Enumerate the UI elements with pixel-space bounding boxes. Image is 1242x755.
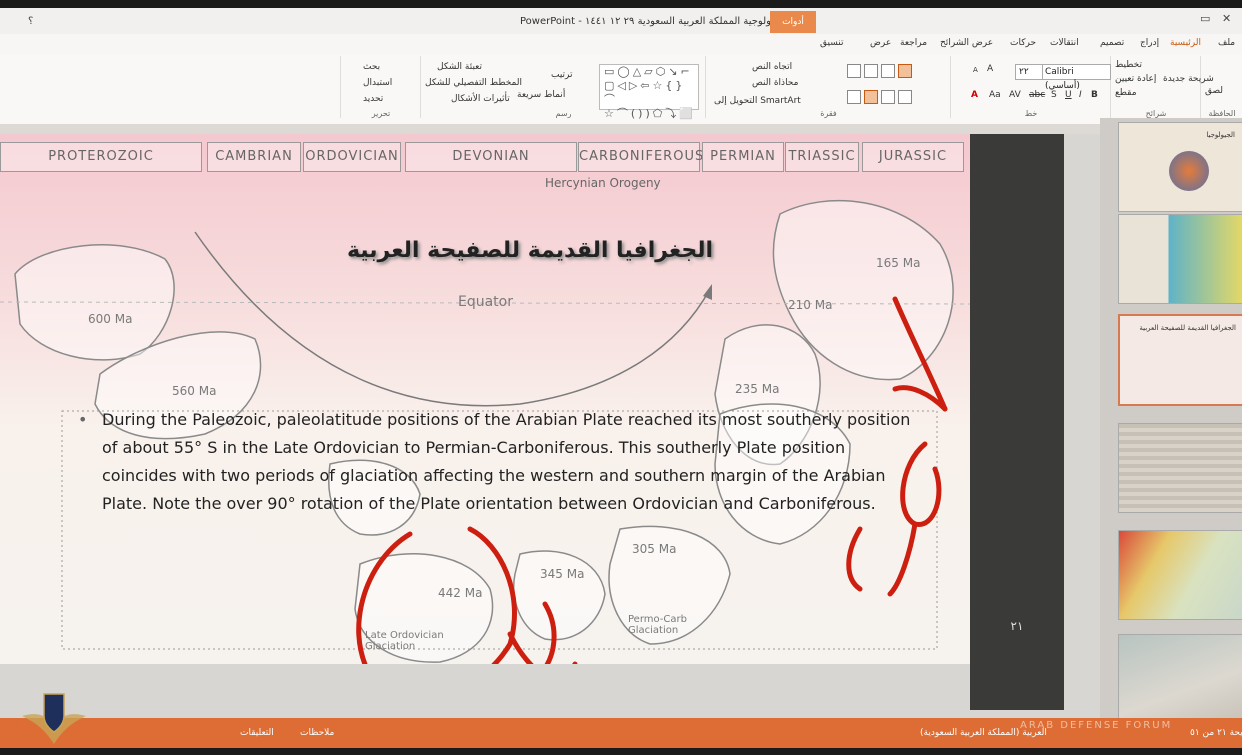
editing-group: بحث استبدال تحديد تحرير (340, 56, 421, 118)
change-case-button[interactable]: Aa (989, 90, 1001, 100)
tab-insert[interactable]: إدراج (1140, 38, 1159, 48)
slide-thumbnail[interactable] (1118, 423, 1242, 513)
font-color-icon[interactable]: A (971, 90, 978, 100)
tab-transitions[interactable]: انتقالات (1050, 38, 1079, 48)
forum-logo-icon (22, 693, 86, 744)
select-button[interactable]: تحديد (363, 94, 383, 104)
font-size-box[interactable]: ٢٢ (1015, 64, 1043, 80)
shadow-button[interactable]: S (1051, 90, 1057, 100)
workspace-top (0, 124, 1242, 134)
align-text-button[interactable]: محاذاة النص (752, 78, 798, 88)
page-number: ٢١ (1010, 619, 1024, 633)
slides-group: شريحة جديدة تخطيط إعادة تعيين مقطع شرائح (1110, 56, 1214, 118)
ribbon-tabs: ملف الرئيسية إدراج تصميم انتقالات حركات … (0, 34, 1242, 54)
slide-thumbnail[interactable] (1118, 214, 1242, 304)
shape-outline-button[interactable]: المخطط التفصيلي للشكل (425, 78, 522, 88)
notes-side-pane: ٢١ (970, 134, 1064, 710)
drawing-group: ▭◯△▱⬡↘⌐ ▢◁▷⇦☆{}⌒ ☆⌒())⬠⤵⬜ ترتيب أنماط سريع… (420, 56, 706, 120)
section-button[interactable]: مقطع (1115, 88, 1137, 98)
shrink-font-button[interactable]: A (973, 66, 978, 74)
globe-icon (1169, 151, 1209, 191)
font-name-box[interactable]: Calibri (أساسي) (1041, 64, 1111, 91)
tab-view[interactable]: عرض (870, 38, 891, 48)
layout-button[interactable]: تخطيط (1115, 60, 1142, 70)
paragraph-group: اتجاه النص محاذاة النص التحويل إلى Smart… (705, 56, 951, 118)
forum-watermark: ARAB DEFENSE FORUM (1020, 720, 1173, 731)
char-spacing-button[interactable]: AV (1009, 90, 1021, 100)
powerpoint-window: ؟ PowerPoint - جيولوجية المملكة العربية … (0, 8, 1242, 748)
drawing-tools-context-tab[interactable]: أدوات الرسم (770, 11, 816, 49)
tab-slideshow[interactable]: عرض الشرائح (940, 38, 993, 48)
tab-design[interactable]: تصميم (1100, 38, 1124, 48)
new-slide-button[interactable]: شريحة جديدة (1163, 74, 1214, 84)
title-bar: ؟ PowerPoint - جيولوجية المملكة العربية … (0, 8, 1242, 49)
tab-review[interactable]: مراجعة (900, 38, 927, 48)
replace-button[interactable]: استبدال (363, 78, 392, 88)
grow-font-button[interactable]: A (987, 64, 993, 74)
reset-button[interactable]: إعادة تعيين (1115, 74, 1156, 84)
shapes-gallery[interactable]: ▭◯△▱⬡↘⌐ ▢◁▷⇦☆{}⌒ ☆⌒())⬠⤵⬜ (599, 64, 699, 120)
tab-file[interactable]: ملف (1218, 38, 1235, 48)
align-icons[interactable] (844, 90, 912, 104)
ribbon: لصق الحافظة شريحة جديدة تخطيط إعادة تعيي… (0, 54, 1242, 125)
smartart-button[interactable]: التحويل إلى SmartArt (714, 96, 801, 106)
notes-button[interactable]: ملاحظات (300, 728, 334, 738)
red-ink-annotations (356, 296, 948, 664)
slide-counter: الشريحة ٢١ من ٥١ (1190, 728, 1242, 738)
paste-button[interactable]: لصق (1205, 86, 1223, 96)
shape-effects-button[interactable]: تأثيرات الأشكال (451, 94, 510, 104)
slide-thumbnail[interactable]: الجيولوجيا (1118, 122, 1242, 212)
find-button[interactable]: بحث (363, 62, 380, 72)
bold-button[interactable]: B (1091, 90, 1098, 100)
comments-button[interactable]: التعليقات (240, 728, 274, 738)
font-group: Calibri (أساسي) ٢٢ A A B I U S abc AV Aa… (950, 56, 1111, 118)
arrange-button[interactable]: ترتيب (551, 70, 573, 80)
tab-animations[interactable]: حركات (1010, 38, 1036, 48)
slide-canvas[interactable]: PROTEROZOIC CAMBRIAN ORDOVICIAN DEVONIAN… (0, 134, 975, 664)
restore-icon[interactable]: ▭ (1200, 12, 1210, 25)
italic-button[interactable]: I (1079, 90, 1082, 100)
slide-thumbnails-panel[interactable]: الجيولوجيا الجغرافيا القديمة للصفيحة الع… (1100, 118, 1242, 724)
text-direction-button[interactable]: اتجاه النص (752, 62, 792, 72)
close-icon[interactable]: ✕ (1222, 12, 1231, 25)
window-title: PowerPoint - جيولوجية المملكة العربية ال… (520, 16, 781, 27)
shape-fill-button[interactable]: تعبئة الشكل (437, 62, 482, 72)
slide-thumbnail[interactable] (1118, 634, 1242, 724)
quick-styles-button[interactable]: أنماط سريعة (517, 90, 565, 100)
slide-thumbnail-selected[interactable]: الجغرافيا القديمة للصفيحة العربية (1118, 314, 1242, 406)
tab-home[interactable]: الرئيسية (1170, 38, 1201, 48)
slide-thumbnail[interactable] (1118, 530, 1242, 620)
bullets-icon[interactable] (844, 64, 912, 78)
help-icon[interactable]: ؟ (28, 16, 33, 27)
clipboard-group: لصق الحافظة (1200, 56, 1242, 118)
tab-format[interactable]: تنسيق (820, 38, 843, 48)
strikethrough-button[interactable]: abc (1029, 90, 1045, 100)
underline-button[interactable]: U (1065, 90, 1072, 100)
